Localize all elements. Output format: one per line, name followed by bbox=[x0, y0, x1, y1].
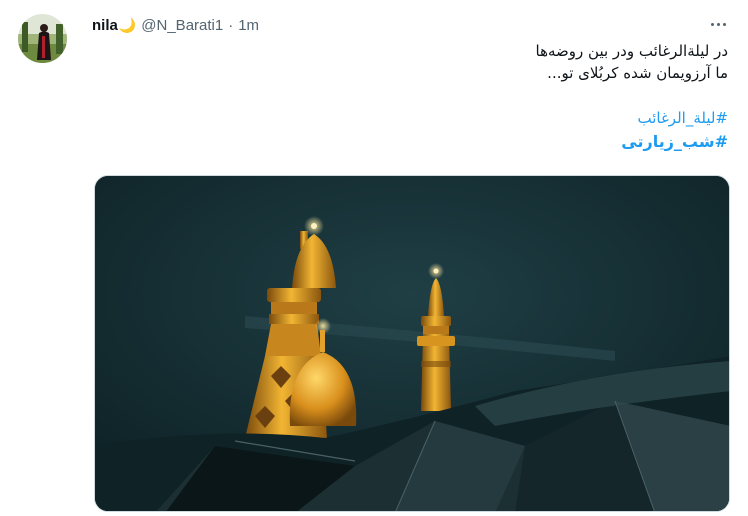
timestamp[interactable]: 1m bbox=[238, 17, 259, 34]
tweet-header: nila 🌙 @N_Barati1 · 1m bbox=[92, 14, 259, 36]
separator-dot: · bbox=[228, 16, 234, 34]
tweet: nila 🌙 @N_Barati1 · 1m در لیلة‌الرغائب و… bbox=[0, 0, 748, 516]
tweet-text: در لیلة‌الرغائب ودر بین روضه‌ها ما آرزوی… bbox=[128, 40, 728, 154]
more-options-button[interactable] bbox=[703, 12, 733, 36]
tweet-media-image[interactable] bbox=[94, 175, 730, 512]
tweet-text-line: ما آرزویمان شده کربُلای تو... bbox=[547, 64, 728, 82]
hashtag-link[interactable]: #لیلة_الرغائب bbox=[128, 106, 728, 130]
shrine-night-photo bbox=[95, 176, 729, 511]
avatar[interactable] bbox=[18, 14, 67, 63]
hashtag-link[interactable]: #شب_زیارتی bbox=[128, 130, 728, 154]
display-name[interactable]: nila bbox=[92, 17, 118, 34]
moon-emoji: 🌙 bbox=[118, 16, 137, 33]
more-horizontal-icon bbox=[710, 22, 726, 26]
tweet-text-line: در لیلة‌الرغائب ودر بین روضه‌ها bbox=[535, 42, 728, 60]
avatar-image bbox=[18, 14, 67, 63]
user-handle[interactable]: @N_Barati1 bbox=[141, 17, 223, 34]
